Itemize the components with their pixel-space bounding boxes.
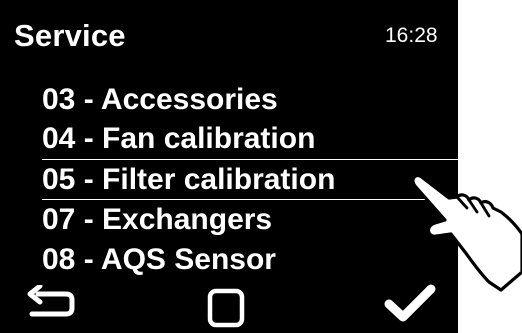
back-arrow-icon <box>27 283 75 317</box>
menu-item-exchangers[interactable]: 07 - Exchangers <box>42 202 272 238</box>
clock: 16:28 <box>385 24 438 47</box>
pointing-hand-icon <box>411 174 522 292</box>
selection-top-rule <box>42 159 458 160</box>
device-screen: Service 16:28 03 - Accessories 04 - Fan … <box>0 0 458 333</box>
menu-item-fan-calibration[interactable]: 04 - Fan calibration <box>42 121 315 157</box>
back-button[interactable] <box>22 283 78 321</box>
page-title: Service <box>14 18 126 53</box>
home-button[interactable] <box>205 288 247 330</box>
menu-item-accessories[interactable]: 03 - Accessories <box>42 82 278 118</box>
selection-bottom-rule <box>42 199 458 200</box>
menu-item-filter-calibration[interactable]: 05 - Filter calibration <box>42 162 335 198</box>
square-icon <box>207 288 245 328</box>
menu-item-aqs-sensor[interactable]: 08 - AQS Sensor <box>42 242 276 278</box>
